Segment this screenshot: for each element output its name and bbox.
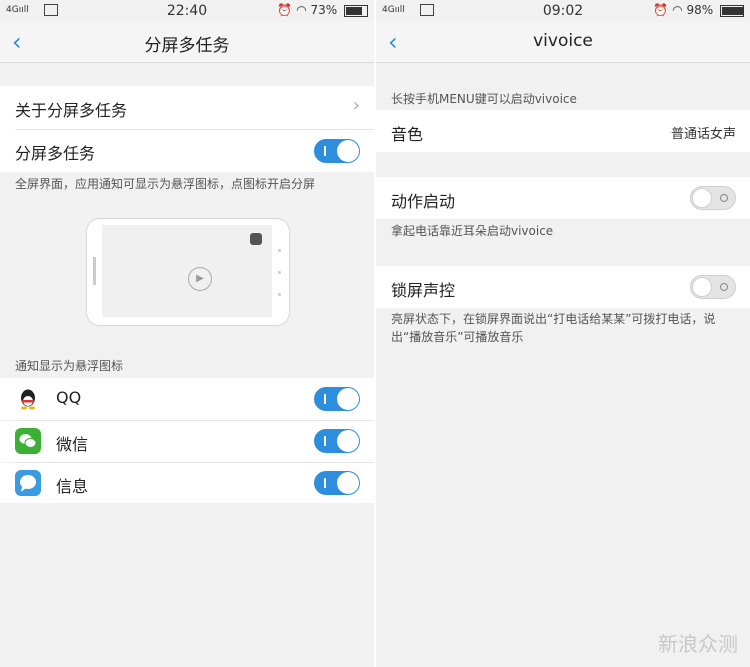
nav-bar: ‹ vivoice [376, 22, 750, 63]
page-title: vivoice [533, 31, 593, 51]
message-icon [15, 470, 41, 496]
about-split-screen-label: 关于分屏多任务 [15, 101, 128, 120]
watermark: 新浪众测 [658, 632, 738, 656]
status-bar: 4Gııll 09:02 ⏰ ◠ 98% [376, 0, 750, 22]
status-bar: 4Gııll 22:40 ⏰ ◠ 73% [0, 0, 374, 22]
status-right: ⏰ ◠ 98% [653, 3, 744, 17]
phone-screen: ▶ [102, 225, 272, 317]
qq-icon [15, 386, 41, 412]
app-row-message: 信息 [0, 463, 374, 503]
split-screen-label: 分屏多任务 [15, 144, 96, 163]
nav-bar: ‹ 分屏多任务 [0, 22, 374, 63]
voice-row[interactable]: 音色 普通话女声 [376, 110, 750, 152]
action-launch-toggle[interactable] [690, 186, 736, 210]
wifi-icon: ◠ [672, 3, 683, 17]
voice-value: 普通话女声 [670, 127, 736, 142]
split-screen-row: 分屏多任务 [0, 130, 374, 172]
qq-toggle[interactable] [314, 387, 360, 411]
message-toggle[interactable] [314, 471, 360, 495]
about-split-screen-row[interactable]: 关于分屏多任务 › [0, 86, 374, 130]
floating-icon [250, 233, 262, 245]
wechat-toggle[interactable] [314, 429, 360, 453]
wifi-icon: ◠ [296, 3, 307, 17]
wechat-icon [15, 428, 41, 454]
action-launch-row: 动作启动 [376, 177, 750, 219]
app-name: 信息 [56, 477, 89, 496]
vivoice-settings-screen: 4Gııll 09:02 ⏰ ◠ 98% ‹ vivoice 长按手机MENU键… [376, 0, 750, 667]
battery-percent: 98% [686, 3, 714, 17]
battery-icon [344, 4, 368, 17]
chevron-right-icon: › [352, 95, 360, 116]
notify-section-header: 通知显示为悬浮图标 [15, 359, 124, 373]
app-row-wechat: 微信 [0, 421, 374, 462]
lockscreen-voice-label: 锁屏声控 [391, 281, 456, 300]
app-row-qq: QQ [0, 378, 374, 420]
status-right: ⏰ ◠ 73% [277, 3, 368, 17]
battery-icon [720, 4, 744, 17]
app-name: 微信 [56, 435, 89, 454]
lockscreen-voice-toggle[interactable] [690, 275, 736, 299]
action-launch-label: 动作启动 [391, 192, 456, 211]
phone-illustration: ▶ [86, 218, 290, 326]
lockscreen-voice-hint: 亮屏状态下，在锁屏界面说出“打电话给某某”可拨打电话，说出“播放音乐”可播放音乐 [391, 312, 716, 344]
battery-percent: 73% [310, 3, 338, 17]
app-name: QQ [56, 388, 82, 407]
lockscreen-voice-row: 锁屏声控 [376, 266, 750, 308]
alarm-icon: ⏰ [653, 3, 669, 17]
action-launch-hint: 拿起电话靠近耳朵启动vivoice [391, 224, 554, 238]
alarm-icon: ⏰ [277, 3, 293, 17]
split-screen-hint: 全屏界面，应用通知可显示为悬浮图标，点图标开启分屏 [15, 177, 316, 191]
menu-hint: 长按手机MENU键可以启动vivoice [391, 92, 577, 106]
page-title: 分屏多任务 [144, 36, 230, 56]
split-screen-settings-screen: 4Gııll 22:40 ⏰ ◠ 73% ‹ 分屏多任务 关于分屏多任务 › 分… [0, 0, 374, 667]
play-icon: ▶ [188, 267, 212, 291]
split-screen-toggle[interactable] [314, 139, 360, 163]
voice-label: 音色 [391, 125, 424, 144]
